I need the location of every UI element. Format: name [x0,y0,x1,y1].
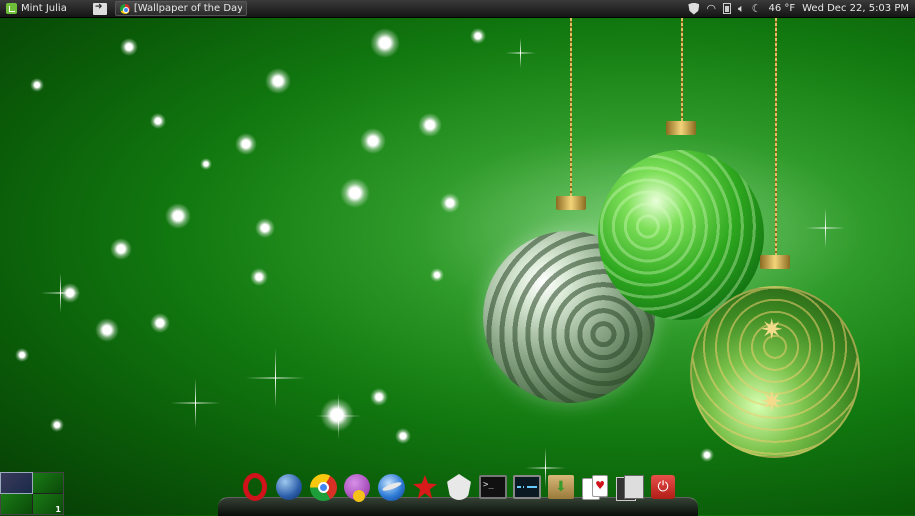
dock-gimp[interactable] [444,472,474,502]
workspace-2[interactable] [32,473,63,493]
main-menu-label: Mint Julia [21,3,67,14]
dock-terminal[interactable]: >_ [478,472,508,502]
dock-package-manager[interactable] [546,472,576,502]
pidgin-icon [344,474,370,502]
shield-icon[interactable] [688,2,700,15]
main-menu-button[interactable]: Mint Julia [0,0,73,18]
opera-icon [243,473,267,501]
gimp-icon [447,474,471,500]
dock-pidgin[interactable] [342,472,372,502]
dock-file-manager[interactable] [614,472,644,502]
dock-pokerstars[interactable] [410,472,440,502]
dock-system-monitor[interactable] [512,472,542,502]
dock: >_ ⏻ [240,472,678,502]
battery-icon[interactable] [722,3,731,14]
package-icon [548,475,574,499]
workspace-switcher: 1 [0,472,64,515]
dock-google-earth[interactable] [376,472,406,502]
mint-logo-icon [6,3,17,14]
workspace-1[interactable] [0,472,33,494]
dock-power[interactable]: ⏻ [648,472,678,502]
system-monitor-icon [513,475,541,499]
workspace-number: 1 [55,505,61,514]
terminal-icon: >_ [479,475,507,499]
taskbar-window-title: [Wallpaper of the Day ... [133,3,242,14]
cards-icon [582,475,608,500]
ornament-gold: ✷ ✷ [690,286,860,458]
top-panel: Mint Julia [Wallpaper of the Day ... ◠ 🔈… [0,0,915,18]
taskbar-window-button[interactable]: [Wallpaper of the Day ... [114,1,247,16]
volume-icon[interactable]: 🔈︎ [738,0,745,18]
workspace-4[interactable]: 1 [32,494,63,514]
chrome-icon [309,473,337,501]
chrome-icon [119,3,130,14]
pokerstars-icon [413,475,437,499]
dock-chrome[interactable] [308,472,338,502]
files-icon [616,475,644,501]
clock[interactable]: Wed Dec 22, 5:03 PM [802,3,909,14]
system-tray: ◠ 🔈︎ ☾ 46 °F Wed Dec 22, 5:03 PM [688,0,915,18]
desktop-wallpaper: ✷ ✷ [0,18,915,515]
weather-temperature[interactable]: 46 °F [768,3,795,14]
show-desktop-icon[interactable] [92,2,107,15]
dock-card-game[interactable] [580,472,610,502]
google-earth-icon [377,473,405,501]
dock-opera[interactable] [240,472,270,502]
workspace-3[interactable] [1,494,32,514]
globe-icon [276,474,302,500]
dock-web-browser[interactable] [274,472,304,502]
power-icon: ⏻ [651,475,675,499]
weather-moon-icon[interactable]: ☾ [752,0,762,18]
wifi-icon[interactable]: ◠ [706,0,716,18]
